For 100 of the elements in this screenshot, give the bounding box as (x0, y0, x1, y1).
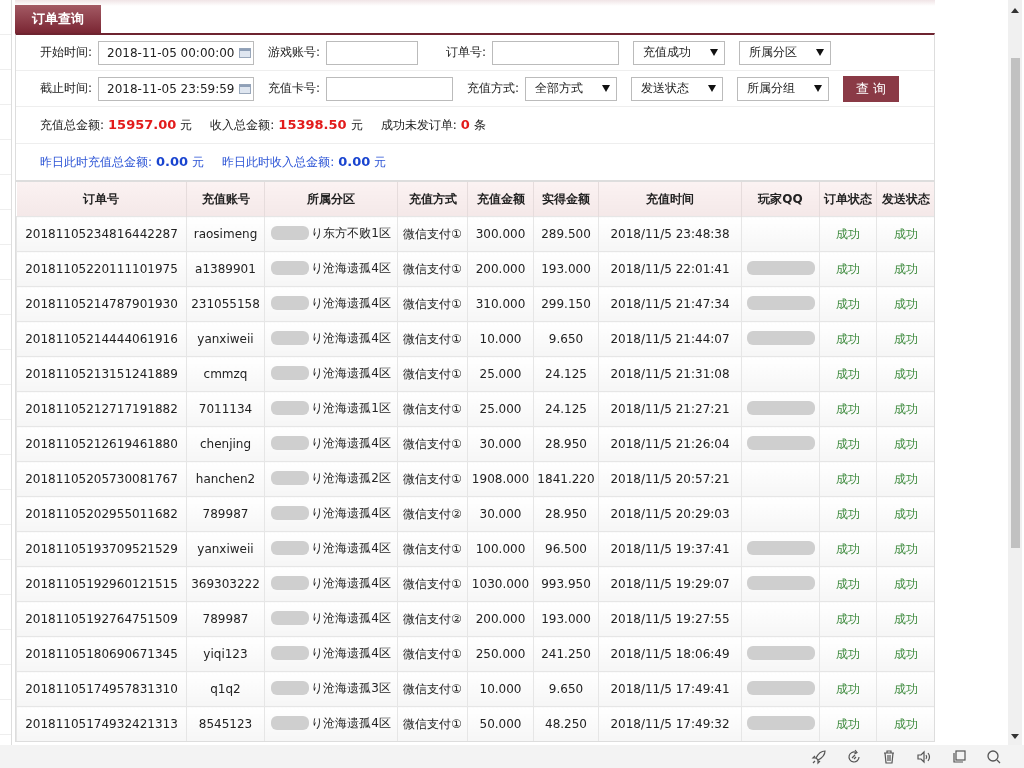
table-cell: 20181105174932421313 (25, 717, 178, 731)
dropdown[interactable]: 所属分区 (739, 40, 832, 65)
table-cell: 789987 (202, 612, 249, 626)
table-cell: 30.000 (479, 507, 522, 521)
blurred-block (271, 366, 310, 381)
column-header: 所属分区 (264, 182, 398, 217)
column-header: 充值时间 (598, 182, 742, 217)
table-cell: 2018/11/5 23:48:38 (610, 227, 730, 241)
query-button[interactable]: 查 询 (843, 75, 900, 102)
status-text: 成功 (893, 716, 918, 731)
refresh-icon[interactable] (846, 748, 862, 765)
blurred-block (271, 401, 310, 416)
table-cell: り沧海遗孤4区 (311, 714, 391, 732)
table-cell: 20181105214444061916 (25, 332, 178, 346)
table-cell: 2018/11/5 22:01:41 (610, 262, 730, 276)
table-cell: 微信支付② (403, 506, 462, 521)
table-cell: り沧海遗孤4区 (311, 329, 391, 347)
status-text: 成功 (893, 401, 918, 416)
dropdown[interactable]: 发送状态 (631, 76, 724, 101)
table-cell: り沧海遗孤4区 (311, 434, 391, 452)
table-cell: 993.950 (541, 577, 591, 591)
scroll-down-icon[interactable] (1011, 734, 1019, 739)
rocket-icon[interactable] (811, 748, 827, 765)
status-text: 成功 (893, 611, 918, 626)
table-cell: 2018/11/5 20:29:03 (610, 507, 730, 521)
table-cell: 7011134 (198, 402, 253, 416)
table-cell: 2018/11/5 21:27:21 (610, 402, 730, 416)
date-field[interactable]: 2018-11-05 00:00:00 (98, 40, 255, 65)
field-label: 开始时间: (40, 44, 93, 61)
status-text: 成功 (836, 471, 860, 486)
table-cell: 微信支付① (403, 576, 462, 591)
unit-label: 元 (350, 116, 363, 134)
table-cell: 2018/11/5 17:49:32 (610, 717, 730, 731)
table-cell: 2018/11/5 17:49:41 (610, 682, 730, 696)
table-cell: q1q2 (210, 682, 241, 696)
text-field[interactable] (326, 40, 419, 65)
scrollbar[interactable] (1008, 0, 1022, 745)
search-icon[interactable] (986, 748, 1002, 765)
field-label: 订单号: (446, 44, 487, 61)
table-cell: 20181105192960121515 (25, 577, 178, 591)
total-value: 0.00 (156, 153, 189, 169)
dropdown[interactable]: 充值成功 (633, 40, 726, 65)
dropdown[interactable]: 全部方式 (525, 76, 618, 101)
table-cell: 789987 (202, 507, 249, 521)
table-cell: 9.650 (548, 682, 584, 696)
blurred-block (271, 331, 310, 346)
table-cell: 8545123 (198, 717, 253, 731)
blurred-block (271, 226, 310, 241)
caret-icon (708, 85, 717, 92)
table-cell: 2018/11/5 21:47:34 (610, 297, 730, 311)
blurred-block (271, 296, 310, 311)
text-field[interactable] (326, 76, 454, 101)
status-text: 成功 (893, 261, 918, 276)
blurred-block (271, 646, 310, 661)
total-value: 15398.50 (278, 116, 347, 132)
table-cell: 20181105192764751509 (25, 612, 178, 626)
table-cell: 20181105212619461880 (25, 437, 178, 451)
trash-icon[interactable] (881, 748, 897, 765)
table-cell: hanchen2 (195, 472, 256, 486)
dropdown[interactable]: 所属分组 (737, 76, 830, 101)
status-text: 成功 (836, 296, 860, 311)
window-icon[interactable] (951, 748, 967, 765)
field-label: 游戏账号: (268, 44, 321, 61)
table-cell: 微信支付① (403, 436, 462, 451)
status-text: 成功 (836, 576, 860, 591)
calendar-icon[interactable] (239, 83, 252, 94)
table-cell: 2018/11/5 21:44:07 (610, 332, 730, 346)
total-value: 15957.00 (108, 116, 177, 132)
blurred-block (271, 611, 310, 626)
status-text: 成功 (893, 331, 918, 346)
table-cell: 250.000 (475, 647, 526, 661)
blurred-block (271, 436, 310, 451)
table-cell: 20181105234816442287 (25, 227, 178, 241)
table-cell: 微信支付① (403, 331, 462, 346)
total-label: 昨日此时充值总金额: (40, 153, 153, 171)
speaker-icon[interactable] (916, 748, 932, 765)
table-cell: 微信支付① (403, 646, 462, 661)
tab[interactable]: 订单查询 (15, 5, 101, 33)
status-text: 成功 (893, 226, 918, 241)
table-cell: 193.000 (541, 612, 591, 626)
caret-icon (816, 49, 825, 56)
table-cell: 1841.220 (537, 472, 595, 486)
table-cell: り沧海遗孤2区 (311, 469, 391, 487)
table-cell: 24.125 (545, 402, 587, 416)
table-cell: 9.650 (548, 332, 584, 346)
calendar-icon[interactable] (239, 47, 252, 58)
total-label: 昨日此时收入总金额: (222, 153, 335, 171)
table-cell: 299.150 (541, 297, 591, 311)
status-text: 成功 (836, 541, 860, 556)
status-text: 成功 (893, 296, 918, 311)
table-cell: 微信支付① (403, 366, 462, 381)
status-text: 成功 (836, 716, 860, 731)
date-field[interactable]: 2018-11-05 23:59:59 (98, 76, 255, 101)
text-field[interactable] (492, 40, 620, 65)
table-cell: yanxiweii (197, 332, 254, 346)
blurred-block (271, 261, 310, 276)
scroll-thumb[interactable] (1010, 58, 1020, 548)
status-text: 成功 (836, 366, 860, 381)
column-header: 玩家QQ (741, 182, 820, 217)
scroll-up-icon[interactable] (1011, 8, 1019, 13)
